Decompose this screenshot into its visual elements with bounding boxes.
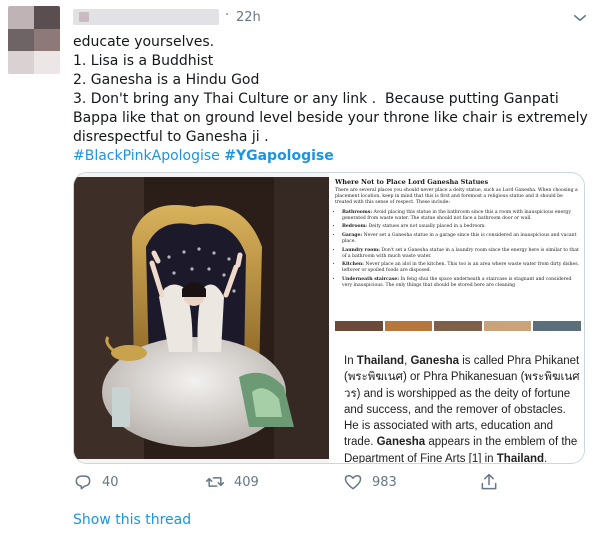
like-count: 983 [372, 474, 397, 490]
tweet-text-line: 2. Ganesha is a Hindu God [73, 72, 260, 88]
tweet-actions: 40 409 983 [73, 472, 573, 494]
list-item-label: Bedroom: [342, 224, 368, 230]
list-item-label: Garage: [342, 232, 363, 238]
hashtag-link[interactable]: #BlackPinkApologise [73, 148, 220, 164]
list-item-label: Bathrooms: [342, 209, 373, 215]
tweet-timestamp[interactable]: 22h [236, 10, 261, 25]
share-icon [481, 473, 497, 490]
meta-separator: · [225, 8, 230, 23]
retweet-count: 409 [234, 474, 259, 490]
show-thread-link[interactable]: Show this thread [73, 512, 191, 528]
avatar[interactable] [8, 6, 60, 74]
throne-scene-illustration [74, 177, 329, 459]
reply-button[interactable]: 40 [73, 472, 119, 492]
list-item-text: Avoid placing this statue in the bathroo… [342, 209, 571, 221]
list-item-text: Deity statues are not usually placed in … [367, 224, 486, 230]
wiki-text: In [344, 355, 357, 367]
list-item-label: Kitchen: [342, 262, 364, 268]
wiki-text: . [544, 452, 548, 464]
list-item-label: Underneath staircase: [342, 276, 400, 282]
list-item: Kitchen: Never place an idol in the kitc… [342, 262, 581, 274]
article-list: Bathrooms: Avoid placing this statue in … [335, 210, 581, 290]
image-strip [335, 321, 581, 331]
wiki-bold: Thailand [496, 452, 545, 464]
retweet-icon [205, 477, 225, 487]
list-item-label: Laundry room: [342, 247, 380, 253]
article-title: Where Not to Place Lord Ganesha Statues [335, 178, 489, 186]
article-intro: There are several places you should neve… [335, 188, 578, 206]
article-screenshot[interactable]: Where Not to Place Lord Ganesha Statues … [332, 173, 584, 463]
hashtag-link[interactable]: #YGapologise [224, 148, 334, 164]
tweet-text-line: educate yourselves. [73, 34, 215, 50]
tweet-header: · 22h [73, 7, 593, 29]
list-item: Laundry room: Don't set a Ganesha statue… [342, 248, 581, 260]
chevron-down-icon[interactable] [571, 9, 589, 27]
hashtags: #BlackPinkApologise #YGapologise [73, 148, 334, 164]
video-still-image[interactable] [74, 173, 329, 463]
media-container[interactable]: Where Not to Place Lord Ganesha Statues … [73, 172, 585, 464]
author-name-blurred[interactable] [73, 9, 219, 25]
list-item: Bedroom: Deity statues are not usually p… [342, 224, 581, 230]
list-item: Garage: Never set a Ganesha statue in a … [342, 233, 581, 245]
wiki-text: is called Phra Phikanet (พระพิฆเนศ) or P… [344, 355, 580, 449]
list-item-text: Never set a Ganesha statue in a garage s… [342, 232, 577, 244]
tweet-text-line: disrespectful to Ganesha ji . [73, 129, 269, 145]
video-scene [74, 177, 329, 459]
tweet-text-line: 1. Lisa is a Buddhist [73, 53, 214, 69]
wiki-bold: Ganesha [410, 355, 460, 367]
retweet-button[interactable]: 409 [205, 472, 259, 492]
article-text: Where Not to Place Lord Ganesha Statues … [335, 178, 581, 292]
share-button[interactable] [479, 472, 499, 492]
list-item-text: Never place an idol in the kitchen. This… [342, 262, 580, 274]
like-button[interactable]: 983 [343, 472, 397, 492]
wiki-excerpt: In Thailand, Ganesha is called Phra Phik… [344, 353, 580, 464]
tweet-text-line: Bappa like that on ground level beside y… [73, 110, 588, 126]
list-item: Bathrooms: Avoid placing this statue in … [342, 210, 581, 222]
reply-icon [75, 475, 91, 490]
wiki-bold: Ganesha [376, 436, 426, 449]
wiki-bold: Thailand [356, 355, 405, 367]
tweet-text-line: 3. Don't bring any Thai Culture or any l… [73, 91, 559, 107]
tweet-text: educate yourselves. 1. Lisa is a Buddhis… [73, 33, 588, 147]
reply-count: 40 [102, 474, 119, 490]
list-item: Underneath staircase: In feng shui the s… [342, 277, 581, 289]
heart-icon [344, 475, 362, 490]
